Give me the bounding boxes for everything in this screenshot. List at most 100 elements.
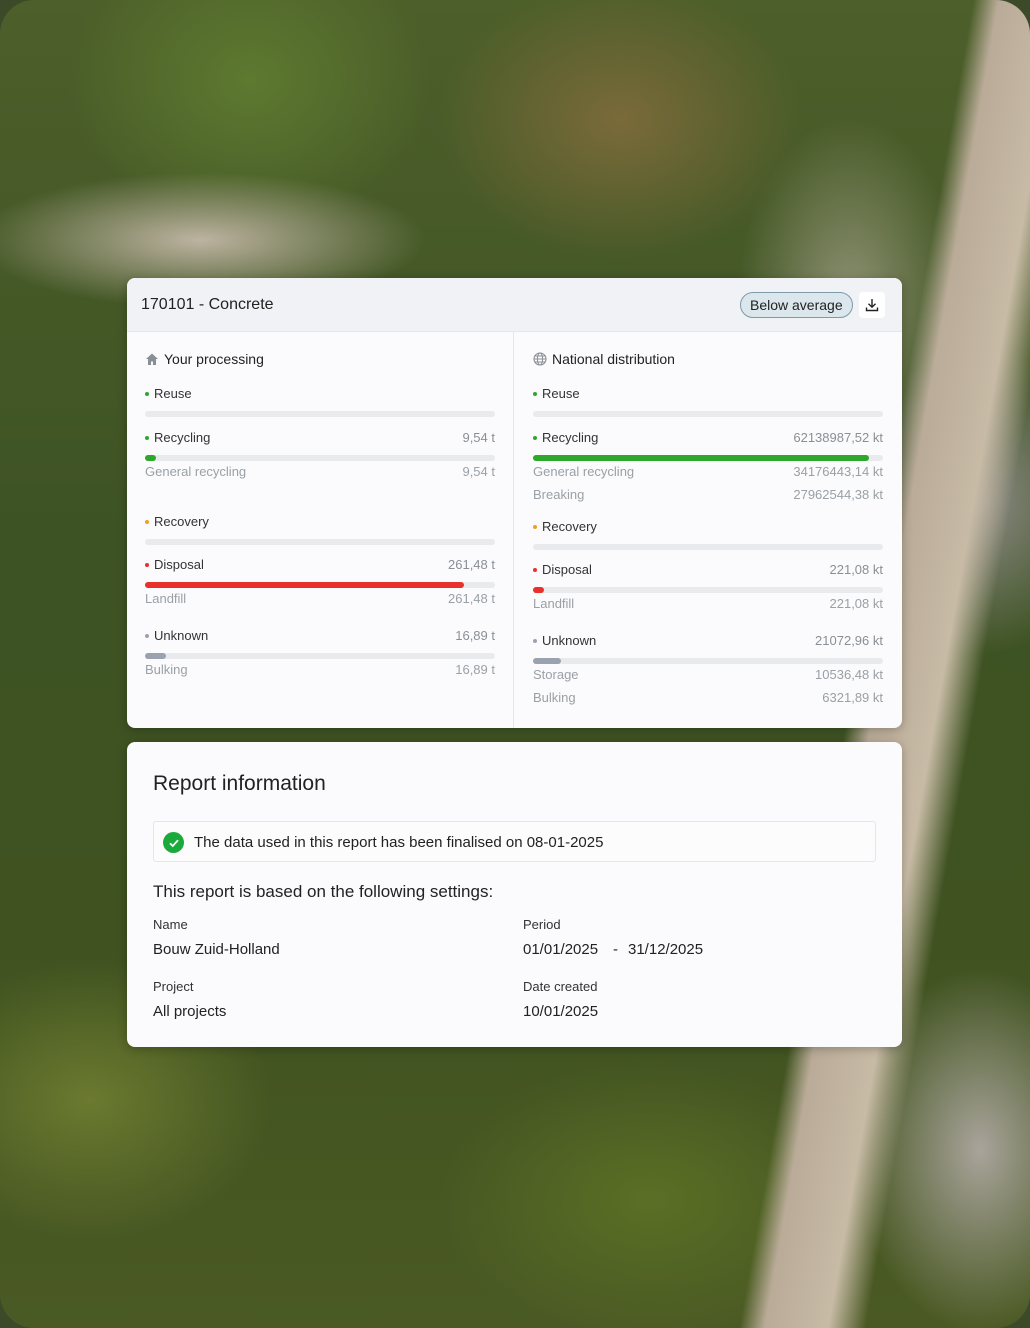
unknown-row: Unknown 16,89 t	[145, 628, 495, 646]
disposal-bar-fill	[145, 582, 464, 588]
disposal-bar	[145, 582, 495, 588]
recovery-dot	[145, 519, 149, 524]
recycling-row: Recycling 9,54 t	[145, 430, 495, 448]
sub-row: Landfill 261,48 t	[145, 591, 495, 609]
sub-label: Storage	[533, 667, 579, 682]
benchmark-badge: Below average	[740, 292, 853, 318]
reuse-row: Reuse	[533, 386, 883, 404]
recovery-row: Recovery	[145, 514, 495, 532]
unknown-label: Unknown	[542, 633, 597, 648]
settings-heading: This report is based on the following se…	[153, 882, 494, 901]
unknown-bar	[533, 658, 883, 664]
unknown-value: 16,89 t	[455, 628, 495, 643]
sub-label: Landfill	[145, 591, 187, 606]
recycling-value: 9,54 t	[462, 430, 495, 445]
sub-row: Landfill 221,08 kt	[533, 596, 883, 614]
reuse-dot	[145, 391, 149, 396]
reuse-row: Reuse	[145, 386, 495, 404]
reuse-bar	[533, 411, 883, 417]
period-end: 31/12/2025	[628, 941, 704, 958]
recovery-row: Recovery	[533, 519, 883, 537]
unknown-row: Unknown 21072,96 kt	[533, 633, 883, 651]
date-created-label: Date created	[523, 979, 598, 994]
check-circle-icon	[163, 832, 184, 853]
sub-value: 6321,89 kt	[822, 690, 883, 705]
disposal-label: Disposal	[542, 562, 592, 577]
sub-row: Bulking 6321,89 kt	[533, 690, 883, 708]
unknown-bar	[145, 653, 495, 659]
recycling-bar-fill	[533, 455, 869, 461]
sub-label: General recycling	[533, 464, 635, 479]
unknown-bar-fill	[145, 653, 166, 659]
disposal-bar-fill	[533, 587, 544, 593]
sub-label: Landfill	[533, 596, 575, 611]
report-information-card: Report information The data used in this…	[127, 742, 902, 1047]
material-title: 170101 - Concrete	[141, 296, 274, 313]
report-title: Report information	[153, 772, 326, 795]
recycling-bar	[533, 455, 883, 461]
sub-label: Breaking	[533, 487, 585, 502]
unknown-label: Unknown	[154, 628, 209, 643]
unknown-value: 21072,96 kt	[815, 633, 883, 648]
name-label: Name	[153, 917, 188, 932]
period-separator: -	[613, 941, 618, 958]
disposal-row: Disposal 221,08 kt	[533, 562, 883, 580]
sub-row: General recycling 34176443,14 kt	[533, 464, 883, 482]
reuse-label: Reuse	[542, 386, 580, 401]
your-processing-heading: Your processing	[145, 351, 264, 367]
sub-value: 27962544,38 kt	[793, 487, 883, 502]
period-start: 01/01/2025	[523, 941, 599, 958]
national-distribution-heading: National distribution	[533, 351, 675, 367]
globe-icon	[533, 352, 547, 366]
unknown-dot	[533, 638, 537, 643]
recycling-label: Recycling	[542, 430, 599, 445]
heading-label: Your processing	[164, 351, 264, 367]
sub-value: 10536,48 kt	[815, 667, 883, 682]
sub-value: 261,48 t	[448, 591, 495, 606]
unknown-bar-fill	[533, 658, 561, 664]
reuse-dot	[533, 391, 537, 396]
home-icon	[146, 353, 158, 365]
name-value: Bouw Zuid-Holland	[153, 941, 280, 958]
finalised-notice: The data used in this report has been fi…	[153, 821, 876, 862]
recycling-dot	[145, 435, 149, 440]
project-label: Project	[153, 979, 194, 994]
date-created-value: 10/01/2025	[523, 1003, 599, 1020]
download-icon	[865, 299, 879, 312]
unknown-dot	[145, 633, 149, 638]
sub-value: 221,08 kt	[829, 596, 884, 611]
sub-label: Bulking	[145, 662, 188, 677]
sub-label: Bulking	[533, 690, 576, 705]
sub-value: 9,54 t	[462, 464, 495, 479]
project-value: All projects	[153, 1003, 227, 1020]
notice-text: The data used in this report has been fi…	[194, 834, 604, 851]
reuse-label: Reuse	[154, 386, 192, 401]
recycling-value: 62138987,52 kt	[793, 430, 883, 445]
disposal-bar	[533, 587, 883, 593]
reuse-bar	[145, 411, 495, 417]
disposal-dot	[145, 562, 149, 567]
sub-value: 16,89 t	[455, 662, 495, 677]
card-header: 170101 - Concrete Below average	[127, 278, 902, 332]
recycling-label: Recycling	[154, 430, 211, 445]
heading-label: National distribution	[552, 351, 675, 367]
recycling-row: Recycling 62138987,52 kt	[533, 430, 883, 448]
recovery-bar	[145, 539, 495, 545]
recycling-bar-fill	[145, 455, 156, 461]
period-label: Period	[523, 917, 561, 932]
recovery-label: Recovery	[154, 514, 209, 529]
recovery-label: Recovery	[542, 519, 597, 534]
recovery-dot	[533, 524, 537, 529]
disposal-value: 221,08 kt	[829, 562, 884, 577]
sub-row: Bulking 16,89 t	[145, 662, 495, 680]
disposal-value: 261,48 t	[448, 557, 495, 572]
sub-row: Storage 10536,48 kt	[533, 667, 883, 685]
sub-label: General recycling	[145, 464, 247, 479]
column-divider	[513, 332, 514, 728]
sub-row: General recycling 9,54 t	[145, 464, 495, 482]
recovery-bar	[533, 544, 883, 550]
disposal-label: Disposal	[154, 557, 204, 572]
download-button[interactable]	[859, 292, 885, 318]
sub-row: Breaking 27962544,38 kt	[533, 487, 883, 505]
recycling-bar	[145, 455, 495, 461]
